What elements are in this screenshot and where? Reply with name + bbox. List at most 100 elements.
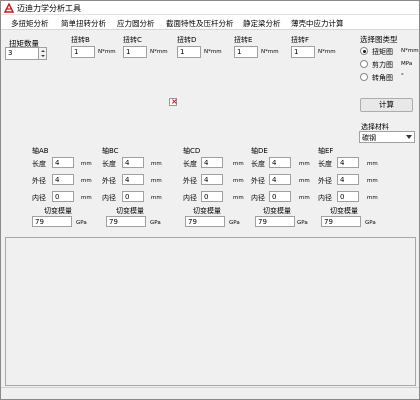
shaft-ef-outer-input[interactable]: 4 [337,174,359,185]
torque-e-group: 扭转E 1 N*mm [230,34,284,67]
shaft-cd-length-unit: mm [233,161,244,167]
shaft-bc-outer-unit: mm [151,178,162,184]
shaft-cd-modulus-input[interactable]: 79 [185,216,225,227]
radio-selected-icon [360,47,368,55]
menu-simple-torsion[interactable]: 简单扭转分析 [61,18,106,29]
shaft-cd-inner-input[interactable]: 0 [201,191,223,202]
shaft-ef-inner-unit: mm [367,195,378,201]
shaft-ab-inner-input[interactable]: 0 [52,191,74,202]
shaft-de-modulus-input[interactable]: 79 [255,216,295,227]
radio-shear-diagram[interactable]: 剪力图 MPa [358,59,418,70]
shaft-cd-outer-input[interactable]: 4 [201,174,223,185]
shaft-de-outer-input[interactable]: 4 [269,174,291,185]
shaft-ef-length-label: 长度 [318,160,332,168]
title-bar: 迈迪力学分析工具 [1,1,419,15]
torque-c-label: 扭转C [123,36,142,44]
shaft-de-inner-input[interactable]: 0 [269,191,291,202]
shaft-ab-inner-label: 内径 [32,194,46,202]
torque-d-input[interactable]: 1 [177,46,201,58]
shaft-ef-inner-label: 内径 [318,194,332,202]
shaft-bc-outer-input[interactable]: 4 [122,174,144,185]
torque-f-input[interactable]: 1 [291,46,315,58]
shaft-bc-length-unit: mm [151,161,162,167]
shaft-ab-length-label: 长度 [32,160,46,168]
torque-c-group: 扭转C 1 N*mm [119,34,171,67]
shaft-ab-modulus-input[interactable]: 79 [32,216,72,227]
menu-stress-circle[interactable]: 应力圆分析 [117,18,155,29]
torque-count-input[interactable]: 3 [5,47,47,60]
window-title: 迈迪力学分析工具 [17,4,81,13]
material-select[interactable]: 碳钢 [359,131,415,143]
shaft-bc-inner-label: 内径 [102,194,116,202]
torque-d-label: 扭转D [177,36,197,44]
shaft-cd-modulus-label: 切变模量 [193,207,221,215]
shaft-de-outer-label: 外径 [251,177,265,185]
torque-e-label: 扭转E [234,36,253,44]
torque-f-label: 扭转F [291,36,310,44]
radio-unselected-icon [360,60,368,68]
shaft-ef-modulus-input[interactable]: 79 [321,216,361,227]
torque-f-unit: N*mm [318,49,336,55]
menu-bar: 多扭矩分析 简单扭转分析 应力圆分析 截面特性及压杆分析 静定梁分析 薄壳中应力… [1,15,419,30]
shaft-ab-title: 轴AB [32,147,49,155]
shaft-ab-panel: 轴AB 长度 4 mm 外径 4 mm 内径 0 mm 切变模量 79 GPa [28,145,96,233]
radio-torque-diagram[interactable]: 扭矩图 N*mm [358,46,419,57]
radio-shear-unit: MPa [401,61,413,67]
shaft-ef-outer-label: 外径 [318,177,332,185]
torque-b-label: 扭转B [71,36,90,44]
shaft-de-length-label: 长度 [251,160,265,168]
shaft-ab-outer-input[interactable]: 4 [52,174,74,185]
torque-c-input[interactable]: 1 [123,46,147,58]
torque-e-input[interactable]: 1 [234,46,258,58]
shaft-ef-panel: 轴EF 长度 4 mm 外径 4 mm 内径 0 mm 切变模量 79 GPa [314,145,384,233]
shaft-de-length-input[interactable]: 4 [269,157,291,168]
shaft-cd-inner-unit: mm [233,195,244,201]
app-logo-icon [4,3,14,13]
shaft-bc-inner-input[interactable]: 0 [122,191,144,202]
shaft-cd-length-input[interactable]: 4 [201,157,223,168]
shaft-cd-length-label: 长度 [183,160,197,168]
spin-button[interactable] [38,48,46,59]
shaft-bc-modulus-input[interactable]: 79 [106,216,146,227]
menu-multi-torque[interactable]: 多扭矩分析 [11,18,49,29]
shaft-ef-length-input[interactable]: 4 [337,157,359,168]
shaft-bc-title: 轴BC [102,147,119,155]
spin-arrows-icon [41,50,45,57]
shaft-ef-inner-input[interactable]: 0 [337,191,359,202]
chart-output-area[interactable] [5,237,416,386]
shaft-ef-title: 轴EF [318,147,334,155]
radio-angle-diagram[interactable]: 转角图 ° [358,72,418,83]
shaft-bc-panel: 轴BC 长度 4 mm 外径 4 mm 内径 0 mm 切变模量 79 GPa [98,145,168,233]
shaft-de-inner-unit: mm [299,195,310,201]
shaft-bc-length-label: 长度 [102,160,116,168]
shaft-de-length-unit: mm [299,161,310,167]
menu-static-beam[interactable]: 静定梁分析 [243,18,281,29]
shaft-cd-title: 轴CD [183,147,201,155]
torque-count-value: 3 [8,49,13,57]
menu-section-properties[interactable]: 截面特性及压杆分析 [166,18,234,29]
shaft-ab-outer-unit: mm [81,178,92,184]
shaft-ab-outer-label: 外径 [32,177,46,185]
radio-unselected-icon [360,73,368,81]
menu-thin-shell[interactable]: 薄壳中应力计算 [291,18,344,29]
shaft-ab-length-input[interactable]: 4 [52,157,74,168]
app-window: 迈迪力学分析工具 多扭矩分析 简单扭转分析 应力圆分析 截面特性及压杆分析 静定… [0,0,420,400]
broken-image-icon [169,97,178,106]
shaft-cd-outer-unit: mm [233,178,244,184]
radio-angle-label: 转角图 [372,74,393,82]
calculate-button[interactable]: 计算 [360,98,413,112]
shaft-de-modulus-label: 切变模量 [263,207,291,215]
radio-torque-label: 扭矩图 [372,48,393,56]
shaft-bc-modulus-label: 切变模量 [116,207,144,215]
torque-b-input[interactable]: 1 [71,46,95,58]
shaft-ef-outer-unit: mm [367,178,378,184]
shaft-cd-modulus-unit: GPa [229,220,240,226]
shaft-de-panel: 轴DE 长度 4 mm 外径 4 mm 内径 0 mm 切变模量 79 GPa [247,145,317,233]
radio-angle-unit: ° [401,73,404,79]
shaft-de-inner-label: 内径 [251,194,265,202]
shaft-bc-length-input[interactable]: 4 [122,157,144,168]
shaft-cd-panel: 轴CD 长度 4 mm 外径 4 mm 内径 0 mm 切变模量 79 GPa [179,145,249,233]
shaft-bc-modulus-unit: GPa [150,220,161,226]
shaft-de-title: 轴DE [251,147,268,155]
shaft-ef-length-unit: mm [367,161,378,167]
